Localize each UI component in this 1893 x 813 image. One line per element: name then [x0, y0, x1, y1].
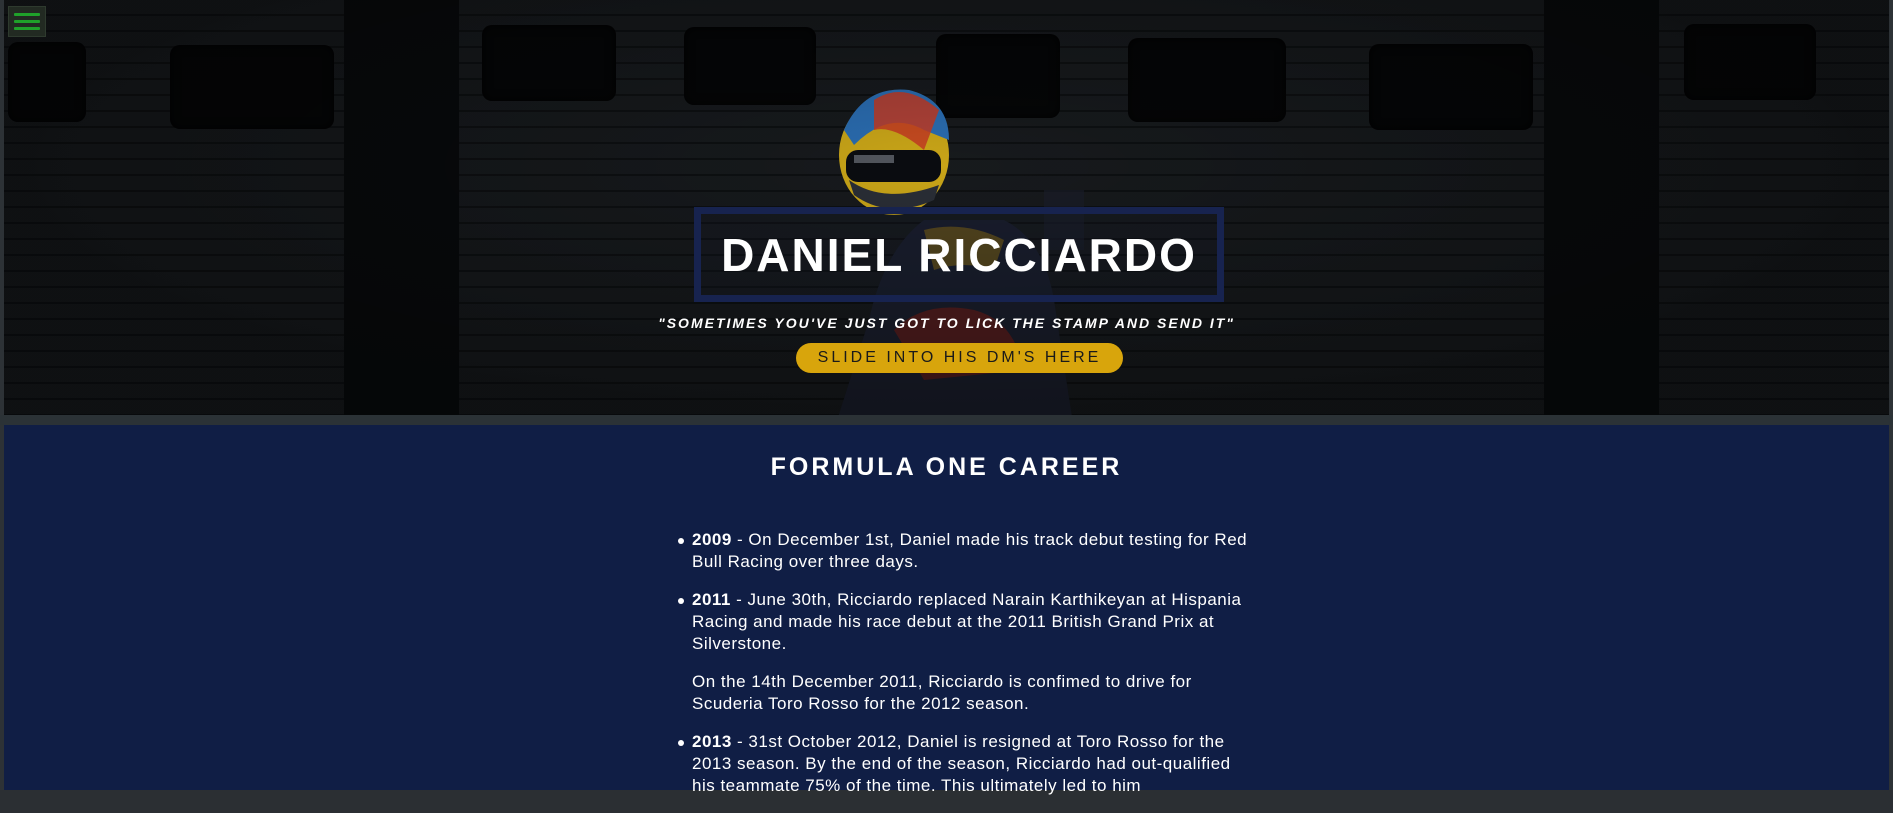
hero-section: DANIEL RICCIARDO "SOMETIMES YOU'VE JUST …	[4, 0, 1889, 415]
career-list: 2009 - On December 1st, Daniel made his …	[678, 529, 1252, 813]
section-divider	[0, 415, 1893, 425]
hero-quote: "SOMETIMES YOU'VE JUST GOT TO LICK THE S…	[658, 315, 1235, 331]
career-text: - June 30th, Ricciardo replaced Narain K…	[692, 590, 1242, 653]
career-item: 2009 - On December 1st, Daniel made his …	[678, 529, 1252, 573]
dm-cta-button[interactable]: SLIDE INTO HIS DM'S HERE	[796, 343, 1123, 373]
career-year: 2011	[692, 590, 731, 609]
career-year: 2013	[692, 732, 732, 751]
career-heading: FORMULA ONE CAREER	[770, 453, 1123, 481]
hero-title-box: DANIEL RICCIARDO	[694, 207, 1224, 302]
page-title: DANIEL RICCIARDO	[721, 228, 1197, 281]
career-text: On the 14th December 2011, Ricciardo is …	[692, 672, 1192, 713]
career-year: 2009	[692, 530, 732, 549]
career-section: FORMULA ONE CAREER 2009 - On December 1s…	[4, 425, 1889, 795]
hamburger-menu-icon[interactable]	[8, 6, 46, 37]
career-item: 2013 - 31st October 2012, Daniel is resi…	[678, 731, 1252, 797]
career-text: - On December 1st, Daniel made his track…	[692, 530, 1248, 571]
career-paragraph: On the 14th December 2011, Ricciardo is …	[692, 671, 1252, 715]
career-text: - 31st October 2012, Daniel is resigned …	[692, 732, 1231, 795]
career-item: 2011 - June 30th, Ricciardo replaced Nar…	[678, 589, 1252, 655]
